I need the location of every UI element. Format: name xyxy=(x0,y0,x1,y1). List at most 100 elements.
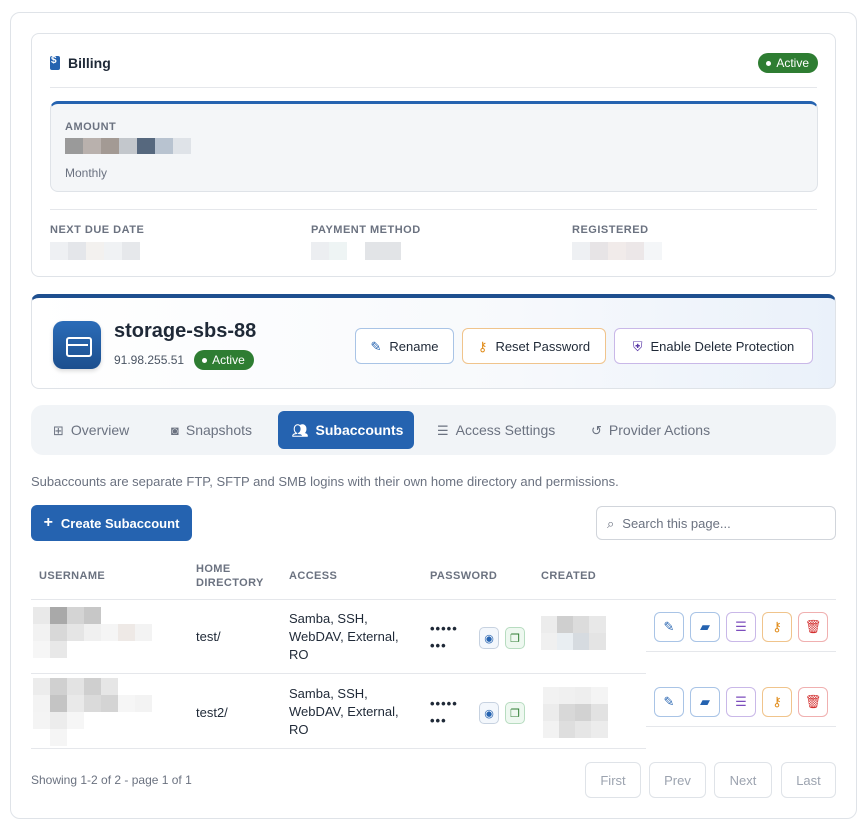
shield-icon: ⛨ xyxy=(632,338,643,354)
search-box: ⌕ xyxy=(596,506,836,540)
row-actions: ✎ ▰ ☰ ⚷ 🗑︎ xyxy=(646,600,836,652)
tab-label: Access Settings xyxy=(455,422,556,438)
access-line: Samba, SSH, xyxy=(289,686,368,701)
edit-subaccount-pencil-icon[interactable]: ✎ xyxy=(654,687,684,717)
column-created: CREATED xyxy=(541,570,597,582)
tab-label: Provider Actions xyxy=(608,422,711,438)
plus-icon: + xyxy=(43,514,53,531)
server-name: storage-sbs-88 xyxy=(114,320,257,342)
password-masked: ••••• ••• xyxy=(430,620,458,654)
server-meta: 91.98.255.51 Active xyxy=(114,350,254,370)
create-subaccount-label: Create Subaccount xyxy=(60,515,180,531)
first-page-button[interactable]: First xyxy=(585,762,641,798)
password-masked: ••••• ••• xyxy=(430,695,458,729)
registered: REGISTERED xyxy=(572,224,662,260)
payment-method-label: PAYMENT METHOD xyxy=(311,224,421,236)
registered-redacted xyxy=(572,242,662,260)
amount-value-redacted xyxy=(65,138,191,154)
status-dot-icon xyxy=(202,357,208,363)
status-dot-icon xyxy=(766,60,772,66)
reset-password-label: Reset Password xyxy=(495,338,591,354)
grid-icon: ⊞ xyxy=(53,422,64,438)
search-icon: ⌕ xyxy=(607,515,615,531)
password-dots: ••••• xyxy=(430,621,458,636)
subaccounts-description: Subaccounts are separate FTP, SFTP and S… xyxy=(31,474,619,489)
create-subaccount-button[interactable]: + Create Subaccount xyxy=(31,505,192,541)
password-dots: ••••• xyxy=(430,696,458,711)
show-password-eye-icon[interactable]: ◉ xyxy=(479,702,499,724)
sliders-icon: ☰ xyxy=(437,422,449,438)
created-date-redacted xyxy=(541,616,606,650)
column-username: USERNAME xyxy=(39,570,106,582)
storage-box-icon xyxy=(53,321,101,369)
delete-protection-label: Enable Delete Protection xyxy=(650,338,795,354)
prev-page-button[interactable]: Prev xyxy=(649,762,706,798)
billing-status-text: Active xyxy=(776,56,809,70)
table-row: test/ Samba, SSH, WebDAV, External, RO •… xyxy=(31,600,646,674)
next-due-date: NEXT DUE DATE xyxy=(50,224,144,260)
rename-button[interactable]: ✎ Rename xyxy=(355,328,454,364)
last-page-button[interactable]: Last xyxy=(781,762,836,798)
open-folder-icon[interactable]: ▰ xyxy=(690,612,720,642)
column-home-directory-line1: HOME xyxy=(196,563,231,575)
key-icon: ⚷ xyxy=(477,338,488,354)
access-line: RO xyxy=(289,647,309,662)
copy-password-icon[interactable]: ❐ xyxy=(505,627,525,649)
payment-method-redacted xyxy=(311,242,421,260)
password-dots: ••• xyxy=(430,638,447,653)
camera-icon: ◙ xyxy=(171,422,179,438)
next-page-button[interactable]: Next xyxy=(714,762,772,798)
tab-label: Subaccounts xyxy=(315,422,404,438)
column-home-directory-line2: DIRECTORY xyxy=(196,577,264,589)
tab-snapshots[interactable]: ◙ Snapshots xyxy=(157,411,266,449)
payment-method: PAYMENT METHOD xyxy=(311,224,421,260)
show-password-eye-icon[interactable]: ◉ xyxy=(479,627,499,649)
tab-provider-actions[interactable]: ↺ Provider Actions xyxy=(577,411,724,449)
reset-password-key-icon[interactable]: ⚷ xyxy=(762,687,792,717)
divider xyxy=(50,209,817,210)
table-header: USERNAME HOME DIRECTORY ACCESS PASSWORD … xyxy=(31,556,836,600)
created-date-redacted xyxy=(543,687,608,738)
tab-overview[interactable]: ⊞ Overview xyxy=(39,411,143,449)
amount-panel: AMOUNT Monthly xyxy=(50,101,818,192)
next-due-date-label: NEXT DUE DATE xyxy=(50,224,145,236)
server-ip: 91.98.255.51 xyxy=(114,353,185,367)
table-row: test2/ Samba, SSH, WebDAV, External, RO … xyxy=(31,675,646,749)
enable-delete-protection-button[interactable]: ⛨ Enable Delete Protection xyxy=(614,328,813,364)
permissions-sliders-icon[interactable]: ☰ xyxy=(726,687,756,717)
row-actions: ✎ ▰ ☰ ⚷ 🗑︎ xyxy=(646,675,836,727)
tab-label: Overview xyxy=(70,422,130,438)
amount-label: AMOUNT xyxy=(65,121,117,133)
reset-password-button[interactable]: ⚷ Reset Password xyxy=(462,328,606,364)
access-line: RO xyxy=(289,722,309,737)
delete-trash-icon[interactable]: 🗑︎ xyxy=(798,687,828,717)
history-icon: ↺ xyxy=(591,422,602,438)
username-redacted xyxy=(33,678,169,746)
tab-bar: ⊞ Overview ◙ Snapshots 👥︎ Subaccounts ☰ … xyxy=(31,405,836,455)
access-line: Samba, SSH, xyxy=(289,611,368,626)
billing-title: Billing xyxy=(68,55,111,71)
rename-label: Rename xyxy=(389,338,439,354)
username-redacted xyxy=(33,607,169,658)
tab-subaccounts[interactable]: 👥︎ Subaccounts xyxy=(278,411,414,449)
copy-password-icon[interactable]: ❐ xyxy=(505,702,525,724)
pencil-icon: ✎ xyxy=(370,338,382,354)
tab-access-settings[interactable]: ☰ Access Settings xyxy=(423,411,569,449)
delete-trash-icon[interactable]: 🗑︎ xyxy=(798,612,828,642)
users-icon: 👥︎ xyxy=(292,422,309,438)
registered-label: REGISTERED xyxy=(572,224,649,236)
edit-subaccount-pencil-icon[interactable]: ✎ xyxy=(654,612,684,642)
divider xyxy=(50,87,817,88)
column-password: PASSWORD xyxy=(430,570,498,582)
reset-password-key-icon[interactable]: ⚷ xyxy=(762,612,792,642)
access-line: WebDAV, External, xyxy=(289,629,399,644)
home-directory: test2/ xyxy=(196,705,228,720)
home-directory: test/ xyxy=(196,629,221,644)
server-status-text: Active xyxy=(212,353,245,367)
next-due-date-redacted xyxy=(50,242,144,260)
password-dots: ••• xyxy=(430,713,447,728)
open-folder-icon[interactable]: ▰ xyxy=(690,687,720,717)
billing-cycle: Monthly xyxy=(65,166,108,180)
search-input[interactable] xyxy=(622,515,813,531)
permissions-sliders-icon[interactable]: ☰ xyxy=(726,612,756,642)
